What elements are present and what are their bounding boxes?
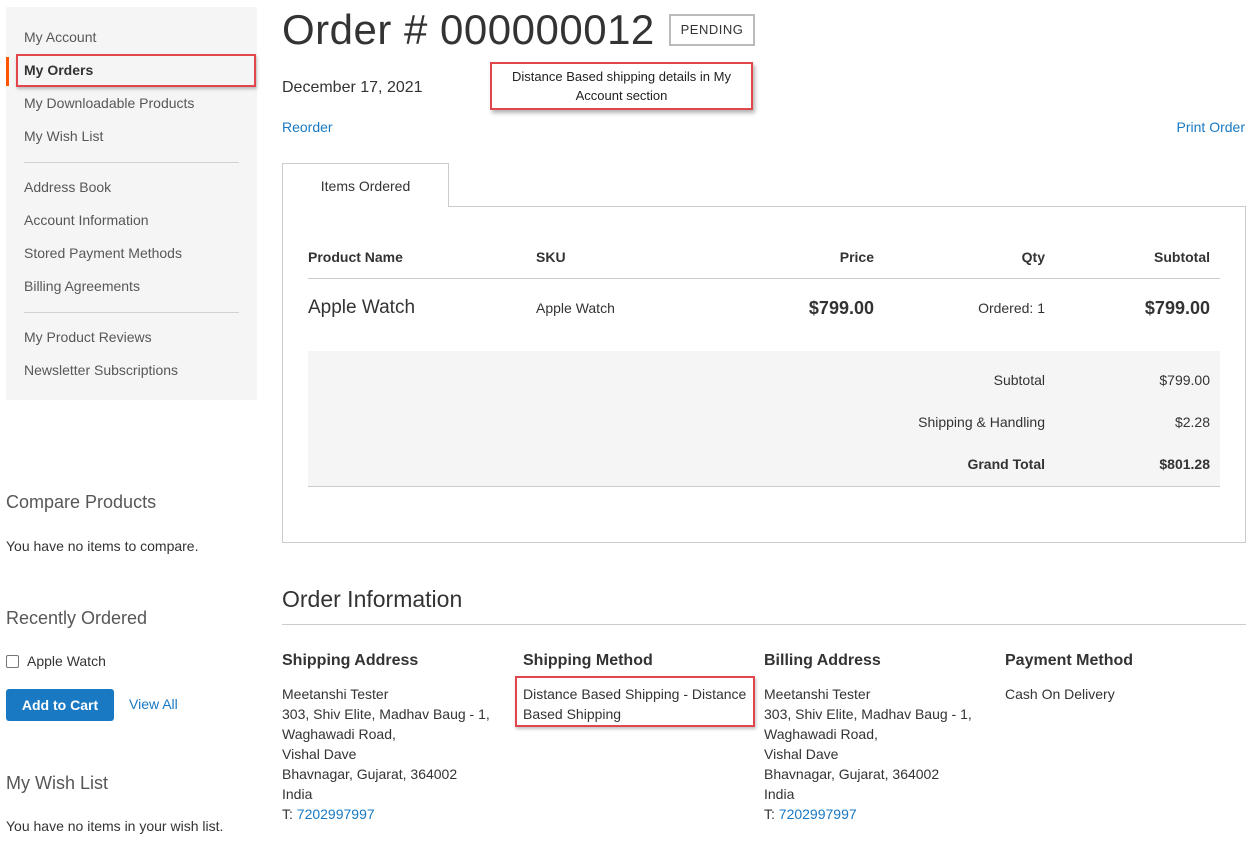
shipping-method-highlight-box bbox=[515, 676, 755, 727]
billing-phone: T: 7202997997 bbox=[764, 804, 972, 824]
address-line: Vishal Dave bbox=[764, 746, 839, 762]
billing-address-title: Billing Address bbox=[764, 652, 881, 669]
wishlist-empty-text: You have no items in your wish list. bbox=[6, 818, 224, 834]
address-line: Meetanshi Tester bbox=[282, 686, 389, 702]
print-order-link[interactable]: Print Order bbox=[1177, 119, 1245, 135]
address-line: Bhavnagar, Gujarat, 364002 bbox=[282, 766, 458, 782]
phone-label: T: bbox=[282, 806, 293, 822]
item-qty: Ordered: 1 bbox=[900, 300, 1045, 316]
compare-empty-text: You have no items to compare. bbox=[6, 538, 199, 554]
shipping-address: Meetanshi Tester 303, Shiv Elite, Madhav… bbox=[282, 684, 490, 824]
item-price: $799.00 bbox=[808, 298, 874, 318]
reorder-link[interactable]: Reorder bbox=[282, 119, 333, 135]
nav-account-information[interactable]: Account Information bbox=[6, 207, 257, 240]
shipping-method-title: Shipping Method bbox=[523, 652, 653, 669]
nav-divider bbox=[24, 162, 239, 163]
nav-my-product-reviews[interactable]: My Product Reviews bbox=[6, 324, 257, 357]
order-status-badge: PENDING bbox=[669, 14, 755, 46]
item-subtotal: $799.00 bbox=[1144, 298, 1210, 318]
billing-phone-link[interactable]: 7202997997 bbox=[779, 806, 857, 822]
payment-method-value: Cash On Delivery bbox=[1005, 686, 1115, 702]
nav-address-book[interactable]: Address Book bbox=[6, 174, 257, 207]
address-line: 303, Shiv Elite, Madhav Baug - 1, bbox=[282, 706, 490, 722]
recent-item-label: Apple Watch bbox=[27, 653, 106, 669]
address-line: Waghawadi Road, bbox=[764, 726, 878, 742]
column-price: Price bbox=[839, 249, 874, 265]
my-orders-highlight-box bbox=[16, 54, 256, 87]
wishlist-title: My Wish List bbox=[6, 773, 109, 793]
tab-items-ordered[interactable]: Items Ordered bbox=[282, 163, 449, 207]
totals-grand-total-value: $801.28 bbox=[1159, 456, 1210, 472]
column-subtotal: Subtotal bbox=[1154, 249, 1210, 265]
recent-item-checkbox[interactable] bbox=[6, 654, 19, 668]
recently-ordered-title: Recently Ordered bbox=[6, 608, 148, 628]
header-divider bbox=[308, 278, 1220, 279]
nav-my-wish-list[interactable]: My Wish List bbox=[6, 123, 257, 156]
column-qty: Qty bbox=[1021, 249, 1045, 265]
address-line: Vishal Dave bbox=[282, 746, 357, 762]
order-information-divider bbox=[282, 624, 1246, 625]
address-line: Waghawadi Road, bbox=[282, 726, 396, 742]
nav-billing-agreements[interactable]: Billing Agreements bbox=[6, 273, 257, 306]
item-sku: Apple Watch bbox=[536, 300, 615, 316]
shipping-phone: T: 7202997997 bbox=[282, 804, 490, 824]
add-to-cart-button[interactable]: Add to Cart bbox=[6, 689, 114, 721]
address-line: Bhavnagar, Gujarat, 364002 bbox=[764, 766, 940, 782]
nav-my-downloadable-products[interactable]: My Downloadable Products bbox=[6, 90, 257, 123]
address-line: Meetanshi Tester bbox=[764, 686, 871, 702]
totals-subtotal-label: Subtotal bbox=[993, 372, 1045, 388]
totals-grand-total-label: Grand Total bbox=[967, 456, 1045, 472]
shipping-address-title: Shipping Address bbox=[282, 652, 419, 669]
totals-subtotal-value: $799.00 bbox=[1159, 372, 1210, 388]
address-line: 303, Shiv Elite, Madhav Baug - 1, bbox=[764, 706, 972, 722]
shipping-phone-link[interactable]: 7202997997 bbox=[297, 806, 375, 822]
address-line: India bbox=[764, 786, 795, 802]
item-qty-value: 1 bbox=[1037, 300, 1045, 316]
column-sku: SKU bbox=[536, 249, 566, 265]
item-qty-label: Ordered: bbox=[978, 300, 1034, 316]
order-information-title: Order Information bbox=[282, 586, 463, 612]
item-name: Apple Watch bbox=[308, 297, 416, 318]
nav-stored-payment-methods[interactable]: Stored Payment Methods bbox=[6, 240, 257, 273]
view-all-link[interactable]: View All bbox=[129, 696, 178, 712]
phone-label: T: bbox=[764, 806, 775, 822]
nav-newsletter-subscriptions[interactable]: Newsletter Subscriptions bbox=[6, 357, 257, 390]
totals-shipping-value: $2.28 bbox=[1174, 414, 1210, 430]
address-line: India bbox=[282, 786, 313, 802]
nav-my-account[interactable]: My Account bbox=[6, 24, 257, 57]
recent-item[interactable]: Apple Watch bbox=[6, 653, 106, 669]
page-title: Order # 000000012 bbox=[282, 6, 655, 53]
annotation-callout: Distance Based shipping details in My Ac… bbox=[490, 62, 753, 110]
totals-shipping-label: Shipping & Handling bbox=[918, 414, 1045, 430]
column-product-name: Product Name bbox=[308, 249, 403, 265]
billing-address: Meetanshi Tester 303, Shiv Elite, Madhav… bbox=[764, 684, 972, 824]
compare-products-title: Compare Products bbox=[6, 492, 157, 512]
nav-divider bbox=[24, 312, 239, 313]
order-date: December 17, 2021 bbox=[282, 79, 423, 96]
payment-method-title: Payment Method bbox=[1005, 652, 1134, 669]
